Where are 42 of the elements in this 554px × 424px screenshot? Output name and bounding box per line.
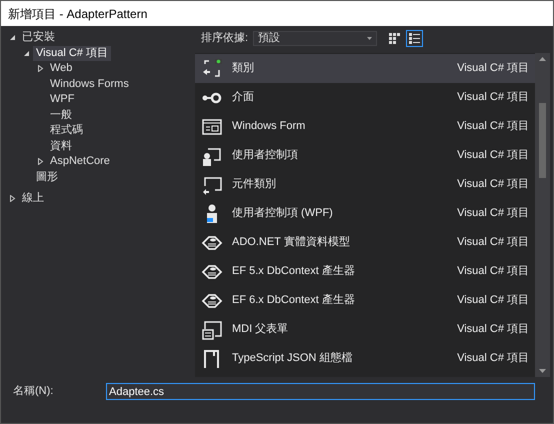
name-label: 名稱(N): [13, 384, 54, 399]
template-item[interactable]: EF 5.x DbContext 產生器 Visual C# 項目 [195, 257, 535, 286]
collapsed-triangle-icon[interactable] [37, 65, 44, 72]
sort-label: 排序依據: [201, 30, 248, 46]
dropdown-arrow-icon [367, 36, 372, 40]
scroll-thumb[interactable] [539, 102, 546, 178]
window-icon [201, 318, 223, 340]
scroll-up-icon[interactable] [539, 57, 546, 61]
tree-item[interactable]: WPF [47, 92, 78, 108]
grid-icon [389, 32, 400, 44]
tree-item[interactable]: Web [47, 61, 76, 76]
template-item[interactable]: TypeScript JSON 組態檔 Visual C# 項目 [195, 344, 535, 373]
tree-item[interactable]: Windows Forms [47, 76, 132, 92]
tree-item[interactable]: Visual C# 項目 [33, 46, 111, 61]
template-item[interactable]: ADO.NET 實體資料模型 Visual C# 項目 [195, 228, 535, 257]
list-view-button[interactable] [406, 30, 424, 46]
template-item[interactable]: 使用者控制項 Visual C# 項目 [195, 141, 535, 170]
tree-item[interactable]: 圖形 [33, 170, 61, 185]
template-item[interactable]: 類別 Visual C# 項目 [195, 54, 535, 83]
collapsed-triangle-icon[interactable] [37, 158, 44, 166]
tree-item[interactable]: 一般 [47, 108, 75, 123]
window-title: 新增項目 - AdapterPattern [8, 6, 148, 22]
scroll-down-icon[interactable] [539, 369, 546, 373]
tree-item[interactable]: 線上 [19, 191, 47, 206]
template-item[interactable]: 介面 Visual C# 項目 [195, 83, 535, 112]
template-item[interactable]: 元件類別 Visual C# 項目 [195, 170, 535, 199]
list-icon [409, 32, 420, 44]
collapsed-triangle-icon[interactable] [9, 195, 16, 202]
tree-item[interactable]: 已安裝 [19, 30, 58, 46]
sort-dropdown[interactable]: 預設 [253, 30, 378, 46]
template-item[interactable]: Windows Form Visual C# 項目 [195, 112, 535, 141]
template-item[interactable]: EF 6.x DbContext 產生器 Visual C# 項目 [195, 286, 535, 315]
scrollbar[interactable] [535, 53, 550, 377]
expanded-triangle-icon[interactable] [23, 50, 30, 57]
class-icon [201, 58, 223, 80]
template-item[interactable]: 使用者控制項 (WPF) Visual C# 項目 [195, 199, 535, 228]
expanded-triangle-icon[interactable] [9, 34, 16, 42]
tree-item[interactable]: 資料 [47, 138, 75, 154]
tree-item[interactable]: AspNetCore [47, 154, 113, 170]
template-item[interactable]: MDI 父表單 Visual C# 項目 [195, 315, 535, 344]
name-input-field[interactable]: Adaptee.cs [106, 383, 535, 400]
tree-item[interactable]: 程式碼 [47, 123, 86, 138]
